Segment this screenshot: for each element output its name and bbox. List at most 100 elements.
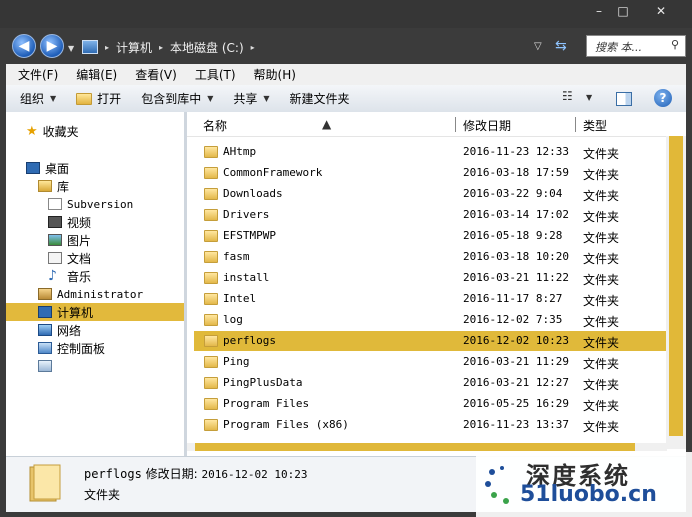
- breadcrumb-computer[interactable]: 计算机: [116, 39, 152, 56]
- table-row[interactable]: Drivers 2016-03-14 17:02 文件夹: [187, 205, 667, 225]
- refresh-icon[interactable]: ⇆: [555, 38, 567, 54]
- preview-pane-icon[interactable]: [616, 92, 632, 106]
- folder-icon: [204, 146, 218, 158]
- open-button[interactable]: 打开: [76, 90, 121, 107]
- back-button[interactable]: ◀: [12, 34, 36, 58]
- explorer-window: – □ ✕ ◀ ▶ ▼ ▸ 计算机 ▸ 本地磁盘 (C:) ▸ ▽ ⇆ 搜索 本…: [0, 0, 692, 517]
- file-name: Drivers: [223, 208, 270, 221]
- document-icon: [48, 198, 62, 210]
- view-options-icon[interactable]: ☷: [562, 89, 573, 103]
- file-type: 文件夹: [583, 294, 620, 308]
- share-label: 共享: [233, 92, 258, 106]
- address-dropdown-icon[interactable]: ▽: [534, 41, 542, 52]
- chevron-right-icon[interactable]: ▸: [159, 43, 163, 52]
- table-row[interactable]: perflogs 2016-12-02 10:23 文件夹: [194, 331, 666, 351]
- nav-desktop[interactable]: 桌面: [26, 159, 184, 177]
- nav-control-panel-label: 控制面板: [57, 341, 106, 356]
- table-row[interactable]: fasm 2016-03-18 10:20 文件夹: [187, 247, 667, 267]
- file-name: Program Files (x86): [223, 418, 349, 431]
- nav-pictures[interactable]: 图片: [48, 231, 184, 249]
- vertical-scroll-thumb[interactable]: [669, 136, 683, 436]
- table-row[interactable]: Intel 2016-11-17 8:27 文件夹: [187, 289, 667, 309]
- menu-file[interactable]: 文件(F): [18, 66, 58, 83]
- file-name: CommonFramework: [223, 166, 323, 179]
- vertical-scrollbar[interactable]: [666, 136, 686, 449]
- chevron-right-icon[interactable]: ▸: [105, 43, 109, 52]
- nav-computer-label: 计算机: [57, 305, 94, 320]
- column-type[interactable]: 类型: [583, 117, 607, 134]
- breadcrumb-local-disk[interactable]: 本地磁盘 (C:): [170, 39, 244, 56]
- file-name: PingPlusData: [223, 376, 303, 389]
- nav-documents[interactable]: 文档: [48, 249, 184, 267]
- organize-button[interactable]: 组织 ▼: [20, 90, 56, 107]
- maximize-button[interactable]: □: [612, 4, 634, 20]
- nav-computer[interactable]: 计算机: [6, 303, 184, 321]
- history-dropdown-icon[interactable]: ▼: [68, 44, 74, 53]
- table-row[interactable]: Ping 2016-03-21 11:29 文件夹: [187, 352, 667, 372]
- file-name: install: [223, 271, 270, 284]
- share-button[interactable]: 共享 ▼: [233, 90, 269, 107]
- nav-favorites[interactable]: ★ 收藏夹: [26, 122, 184, 140]
- column-modified[interactable]: 修改日期: [463, 117, 511, 134]
- help-icon[interactable]: ?: [654, 89, 672, 107]
- close-button[interactable]: ✕: [650, 4, 672, 20]
- file-name: EFSTMPWP: [223, 229, 276, 242]
- file-type: 文件夹: [583, 357, 620, 371]
- search-input[interactable]: 搜索 本... ⚲: [586, 35, 686, 57]
- file-date: 2016-03-14 17:02: [463, 208, 569, 221]
- file-date: 2016-03-21 11:22: [463, 271, 569, 284]
- horizontal-scroll-thumb[interactable]: [195, 443, 635, 451]
- column-separator[interactable]: [455, 117, 456, 132]
- nav-pictures-label: 图片: [67, 233, 92, 248]
- nav-music[interactable]: ♪ 音乐: [48, 267, 184, 285]
- nav-subversion[interactable]: Subversion: [48, 195, 184, 213]
- table-row[interactable]: EFSTMPWP 2016-05-18 9:28 文件夹: [187, 226, 667, 246]
- library-icon: [38, 180, 52, 192]
- minimize-button[interactable]: –: [588, 4, 610, 20]
- magnifier-icon[interactable]: ⚲: [671, 38, 679, 51]
- view-dropdown-icon[interactable]: ▼: [586, 93, 592, 102]
- horizontal-scrollbar[interactable]: [187, 443, 667, 451]
- menu-tools[interactable]: 工具(T): [195, 66, 236, 83]
- folder-icon: [204, 209, 218, 221]
- details-type: 文件夹: [84, 488, 121, 502]
- forward-button[interactable]: ▶: [40, 34, 64, 58]
- menu-edit[interactable]: 编辑(E): [76, 66, 117, 83]
- table-row[interactable]: Program Files (x86) 2016-11-23 13:37 文件夹: [187, 415, 667, 435]
- nav-administrator[interactable]: Administrator: [38, 285, 184, 303]
- folder-icon: [204, 293, 218, 305]
- nav-recycle-bin[interactable]: [38, 357, 184, 375]
- nav-libraries[interactable]: 库: [38, 177, 184, 195]
- new-folder-label: 新建文件夹: [289, 92, 350, 106]
- menu-view[interactable]: 查看(V): [135, 66, 177, 83]
- new-folder-button[interactable]: 新建文件夹: [290, 90, 350, 107]
- column-name[interactable]: 名称: [203, 117, 227, 134]
- video-icon: [48, 216, 62, 228]
- table-row[interactable]: PingPlusData 2016-03-21 12:27 文件夹: [187, 373, 667, 393]
- file-type: 文件夹: [583, 231, 620, 245]
- picture-icon: [48, 234, 62, 246]
- organize-label: 组织: [20, 92, 45, 106]
- breadcrumb[interactable]: ▸ 计算机 ▸ 本地磁盘 (C:) ▸: [82, 37, 262, 57]
- nav-videos[interactable]: 视频: [48, 213, 184, 231]
- file-date: 2016-12-02 7:35: [463, 313, 563, 326]
- folder-icon: [204, 272, 218, 284]
- menu-help[interactable]: 帮助(H): [254, 66, 296, 83]
- chevron-right-icon[interactable]: ▸: [251, 43, 255, 52]
- table-row[interactable]: Program Files 2016-05-25 16:29 文件夹: [187, 394, 667, 414]
- table-row[interactable]: CommonFramework 2016-03-18 17:59 文件夹: [187, 163, 667, 183]
- file-type: 文件夹: [583, 420, 620, 434]
- nav-control-panel[interactable]: 控制面板: [38, 339, 184, 357]
- desktop-icon: [26, 162, 40, 174]
- nav-network[interactable]: 网络: [38, 321, 184, 339]
- include-library-button[interactable]: 包含到库中 ▼: [141, 90, 213, 107]
- table-row[interactable]: install 2016-03-21 11:22 文件夹: [187, 268, 667, 288]
- table-row[interactable]: AHtmp 2016-11-23 12:33 文件夹: [187, 142, 667, 162]
- include-library-label: 包含到库中: [141, 92, 202, 106]
- column-separator[interactable]: [575, 117, 576, 132]
- nav-videos-label: 视频: [67, 215, 92, 230]
- table-row[interactable]: log 2016-12-02 7:35 文件夹: [187, 310, 667, 330]
- table-row[interactable]: Downloads 2016-03-22 9:04 文件夹: [187, 184, 667, 204]
- search-placeholder: 搜索 本...: [595, 41, 642, 54]
- file-type: 文件夹: [583, 399, 620, 413]
